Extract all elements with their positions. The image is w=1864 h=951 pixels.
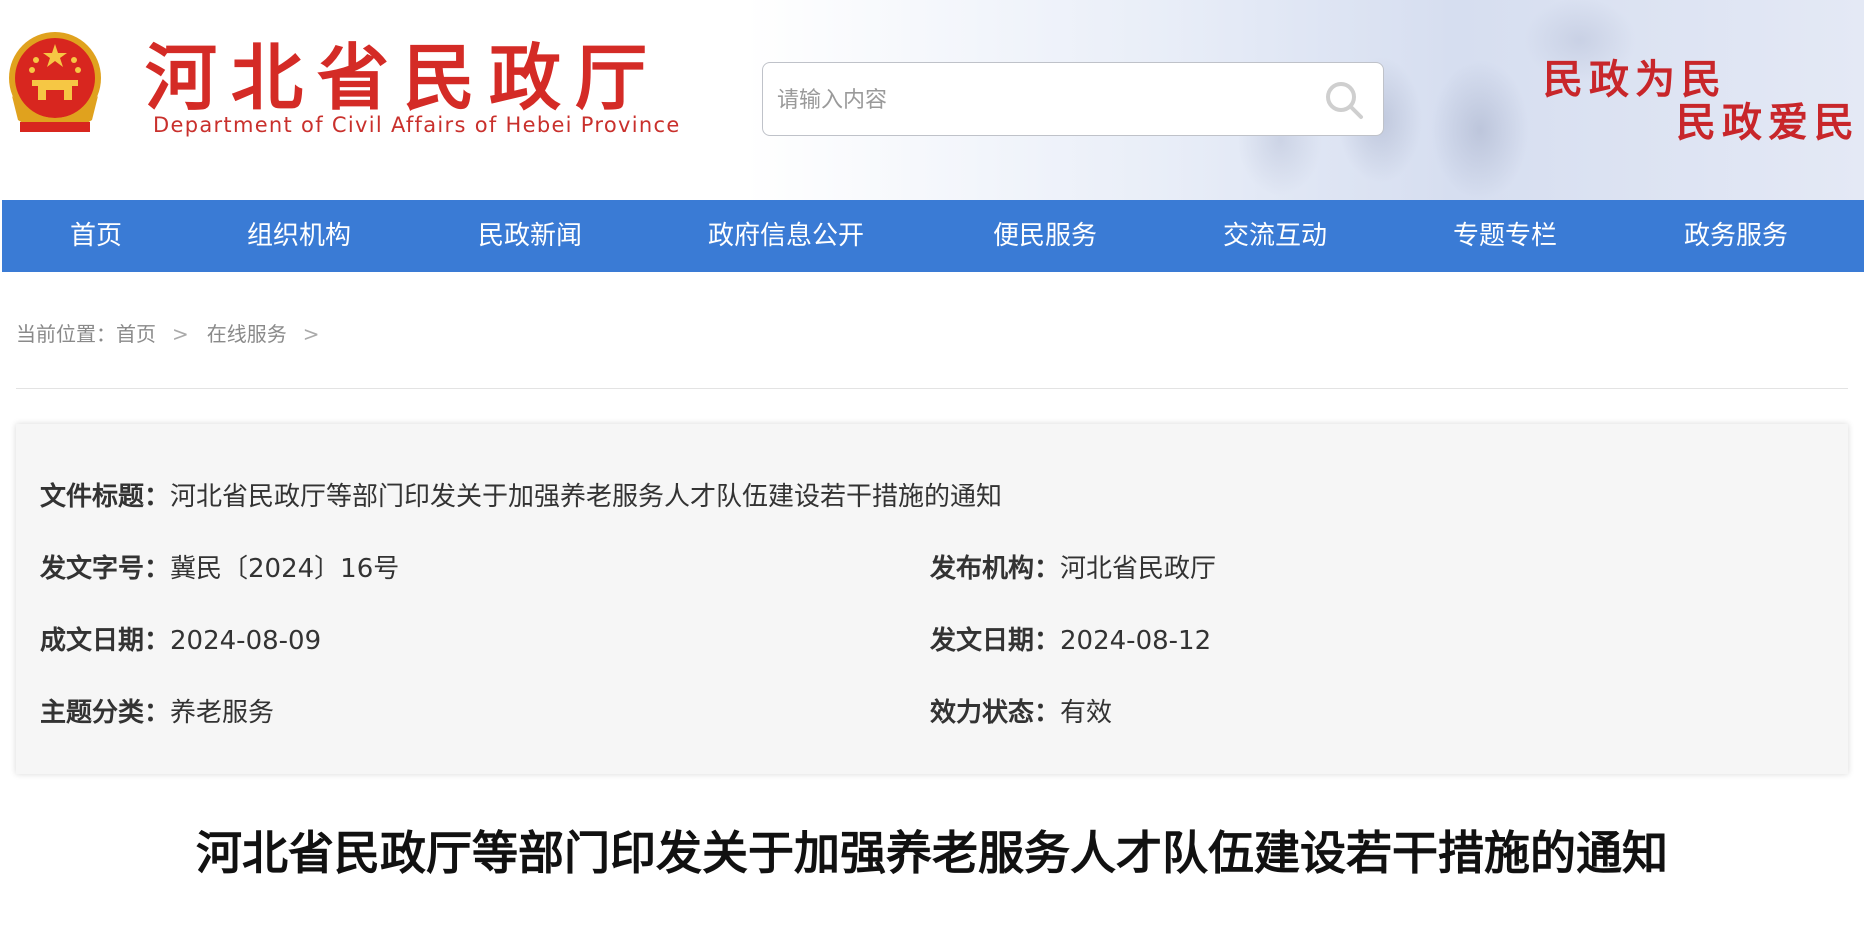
breadcrumb: 当前位置：首页 > 在线服务 > xyxy=(16,318,338,347)
slogan-line-2: 民政爱民 xyxy=(1676,99,1860,146)
info-label: 发文字号： xyxy=(40,554,171,584)
nav-item-services[interactable]: 便民服务 xyxy=(993,200,1097,272)
nav-item-interaction[interactable]: 交流互动 xyxy=(1223,200,1327,272)
info-row-written-date: 成文日期：2024-08-09 xyxy=(40,620,321,657)
info-label: 主题分类： xyxy=(40,698,171,728)
info-row-number: 发文字号：冀民〔2024〕16号 xyxy=(40,548,399,585)
info-row-issuer: 发布机构：河北省民政厅 xyxy=(930,548,1216,585)
info-value-issue-date: 2024-08-12 xyxy=(1060,626,1212,656)
info-row-issue-date: 发文日期：2024-08-12 xyxy=(930,620,1211,657)
document-info-panel: 文件标题：河北省民政厅等部门印发关于加强养老服务人才队伍建设若干措施的通知 发文… xyxy=(16,424,1848,774)
info-label: 发布机构： xyxy=(930,554,1061,584)
breadcrumb-item-online-service[interactable]: 在线服务 xyxy=(207,322,287,346)
breadcrumb-prefix: 当前位置： xyxy=(16,322,116,346)
info-label: 发文日期： xyxy=(930,626,1061,656)
info-label: 效力状态： xyxy=(930,698,1061,728)
info-value-number: 冀民〔2024〕16号 xyxy=(170,554,400,584)
nav-item-organization[interactable]: 组织机构 xyxy=(247,200,351,272)
search-box xyxy=(762,62,1384,137)
breadcrumb-separator: > xyxy=(302,322,320,346)
national-emblem-icon[interactable] xyxy=(2,28,108,140)
info-value-topic: 养老服务 xyxy=(170,698,275,728)
site-subtitle: Department of Civil Affairs of Hebei Pro… xyxy=(153,113,681,137)
info-row-title: 文件标题：河北省民政厅等部门印发关于加强养老服务人才队伍建设若干措施的通知 xyxy=(40,476,1002,513)
main-nav: 首页 组织机构 民政新闻 政府信息公开 便民服务 交流互动 专题专栏 政务服务 xyxy=(2,200,1864,272)
info-value-issuer: 河北省民政厅 xyxy=(1060,554,1217,584)
article-title: 河北省民政厅等部门印发关于加强养老服务人才队伍建设若干措施的通知 xyxy=(196,826,1668,880)
info-value-title: 河北省民政厅等部门印发关于加强养老服务人才队伍建设若干措施的通知 xyxy=(170,482,1003,512)
breadcrumb-separator: > xyxy=(172,322,189,346)
nav-item-gov-services[interactable]: 政务服务 xyxy=(1684,200,1788,272)
nav-item-home[interactable]: 首页 xyxy=(70,200,122,272)
nav-item-gov-info[interactable]: 政府信息公开 xyxy=(708,200,864,272)
info-label: 成文日期： xyxy=(40,626,171,656)
info-label: 文件标题： xyxy=(40,482,171,512)
info-value-written-date: 2024-08-09 xyxy=(170,626,322,656)
search-input[interactable] xyxy=(775,63,1299,137)
nav-item-news[interactable]: 民政新闻 xyxy=(478,200,582,272)
info-row-status: 效力状态：有效 xyxy=(930,692,1112,729)
divider xyxy=(16,388,1848,389)
info-value-status: 有效 xyxy=(1060,698,1113,728)
slogan-line-1: 民政为民 xyxy=(1543,56,1727,103)
site-header: 河北省民政厅 Department of Civil Affairs of He… xyxy=(0,0,1864,200)
search-icon[interactable] xyxy=(1321,77,1367,123)
nav-item-topics[interactable]: 专题专栏 xyxy=(1453,200,1557,272)
breadcrumb-item-home[interactable]: 首页 xyxy=(116,322,156,346)
site-title: 河北省民政厅 xyxy=(145,35,662,120)
info-row-topic: 主题分类：养老服务 xyxy=(40,692,274,729)
